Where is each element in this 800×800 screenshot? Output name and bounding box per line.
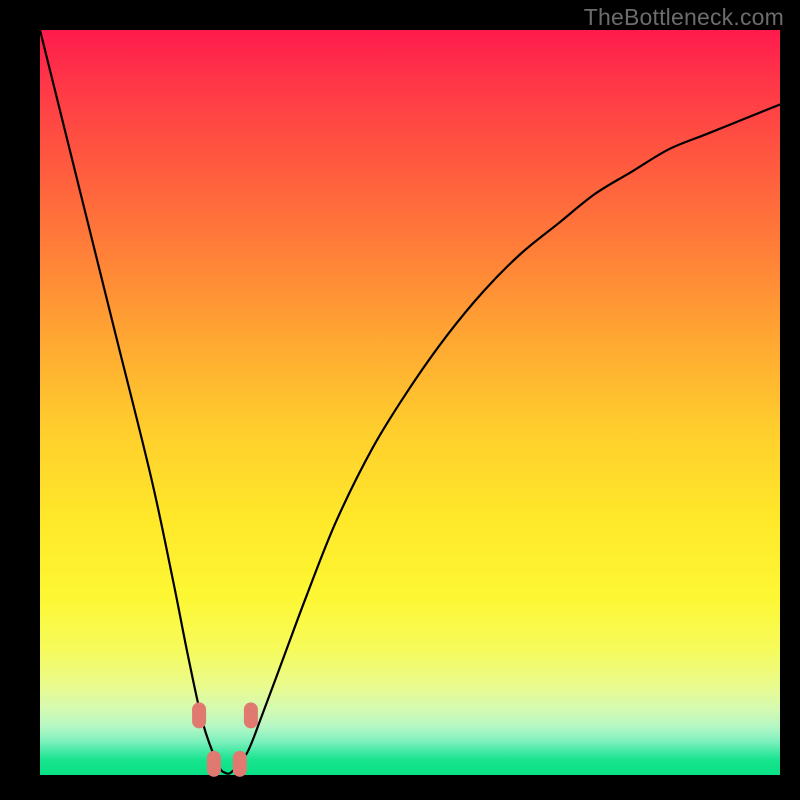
bottleneck-curve — [40, 30, 780, 774]
curve-marker — [192, 702, 206, 728]
plot-area — [40, 30, 780, 775]
watermark-text: TheBottleneck.com — [584, 4, 784, 31]
chart-svg — [40, 30, 780, 775]
curve-marker — [244, 702, 258, 728]
curve-marker — [207, 751, 221, 777]
figure-root: TheBottleneck.com — [0, 0, 800, 800]
curve-marker — [233, 751, 247, 777]
